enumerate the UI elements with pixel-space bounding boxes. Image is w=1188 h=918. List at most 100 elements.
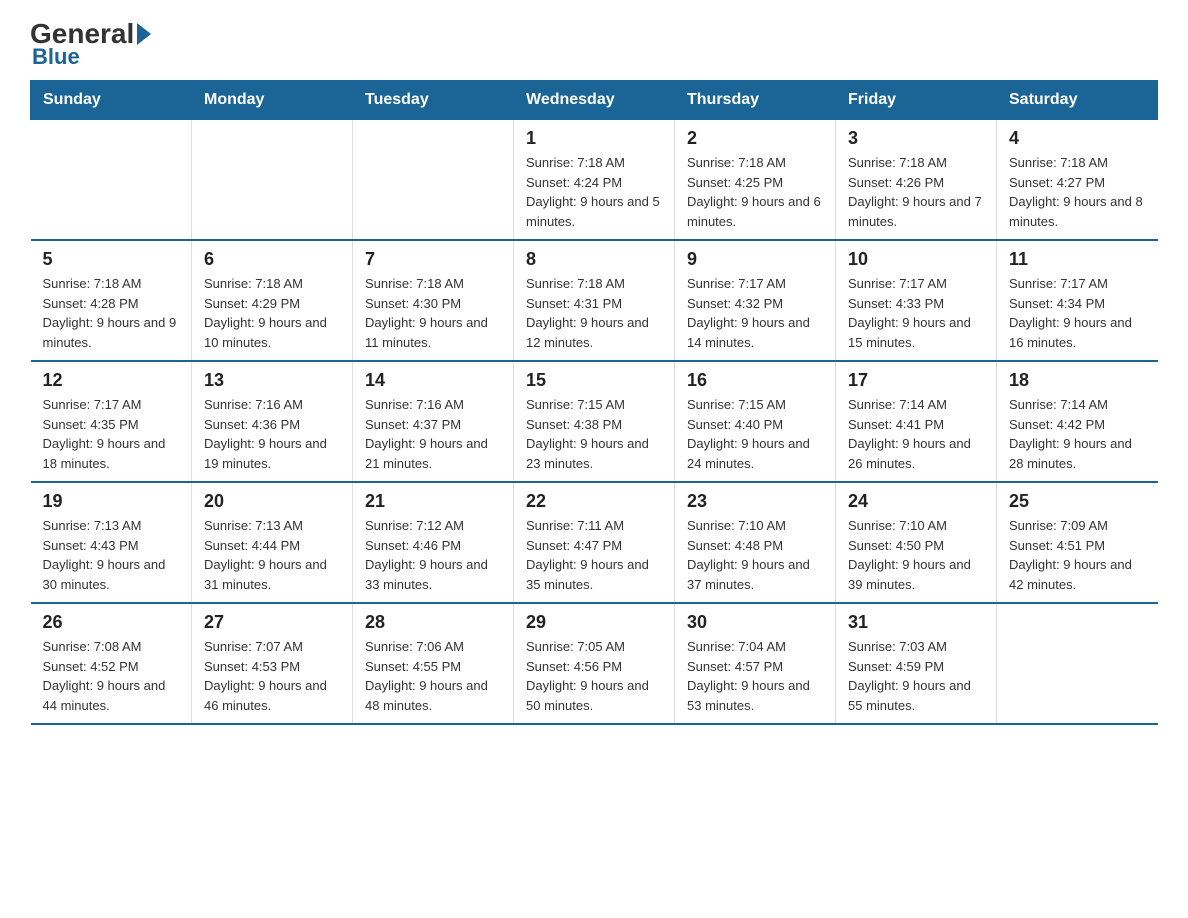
calendar-week-row: 12 Sunrise: 7:17 AMSunset: 4:35 PMDayligh…: [31, 361, 1158, 482]
day-number: 4: [1009, 128, 1146, 149]
calendar-day-1: 1 Sunrise: 7:18 AMSunset: 4:24 PMDaylight…: [514, 120, 675, 241]
calendar-day-12: 12 Sunrise: 7:17 AMSunset: 4:35 PMDayligh…: [31, 361, 192, 482]
calendar-day-13: 13 Sunrise: 7:16 AMSunset: 4:36 PMDayligh…: [192, 361, 353, 482]
day-info: Sunrise: 7:12 AMSunset: 4:46 PMDaylight:…: [365, 516, 501, 594]
day-info: Sunrise: 7:18 AMSunset: 4:28 PMDaylight:…: [43, 274, 180, 352]
day-number: 31: [848, 612, 984, 633]
calendar-day-empty: [31, 120, 192, 241]
day-number: 9: [687, 249, 823, 270]
day-number: 3: [848, 128, 984, 149]
calendar-day-17: 17 Sunrise: 7:14 AMSunset: 4:41 PMDayligh…: [836, 361, 997, 482]
day-number: 11: [1009, 249, 1146, 270]
day-info: Sunrise: 7:07 AMSunset: 4:53 PMDaylight:…: [204, 637, 340, 715]
day-number: 2: [687, 128, 823, 149]
calendar-day-28: 28 Sunrise: 7:06 AMSunset: 4:55 PMDayligh…: [353, 603, 514, 724]
calendar-day-31: 31 Sunrise: 7:03 AMSunset: 4:59 PMDayligh…: [836, 603, 997, 724]
calendar-day-5: 5 Sunrise: 7:18 AMSunset: 4:28 PMDaylight…: [31, 240, 192, 361]
day-info: Sunrise: 7:17 AMSunset: 4:33 PMDaylight:…: [848, 274, 984, 352]
calendar-table: SundayMondayTuesdayWednesdayThursdayFrid…: [30, 80, 1158, 725]
day-info: Sunrise: 7:06 AMSunset: 4:55 PMDaylight:…: [365, 637, 501, 715]
day-number: 23: [687, 491, 823, 512]
weekday-header-tuesday: Tuesday: [353, 81, 514, 120]
weekday-header-sunday: Sunday: [31, 81, 192, 120]
day-info: Sunrise: 7:11 AMSunset: 4:47 PMDaylight:…: [526, 516, 662, 594]
day-number: 29: [526, 612, 662, 633]
weekday-header-friday: Friday: [836, 81, 997, 120]
calendar-day-8: 8 Sunrise: 7:18 AMSunset: 4:31 PMDaylight…: [514, 240, 675, 361]
day-info: Sunrise: 7:18 AMSunset: 4:25 PMDaylight:…: [687, 153, 823, 231]
day-number: 14: [365, 370, 501, 391]
day-info: Sunrise: 7:14 AMSunset: 4:42 PMDaylight:…: [1009, 395, 1146, 473]
logo: General Blue: [30, 20, 154, 70]
weekday-header-monday: Monday: [192, 81, 353, 120]
calendar-day-7: 7Sunrise: 7:18 AMSunset: 4:30 PMDaylight…: [353, 240, 514, 361]
day-number: 7: [365, 249, 501, 270]
calendar-day-empty: [192, 120, 353, 241]
weekday-header-saturday: Saturday: [997, 81, 1158, 120]
calendar-day-26: 26 Sunrise: 7:08 AMSunset: 4:52 PMDayligh…: [31, 603, 192, 724]
page-header: General Blue: [30, 20, 1158, 70]
calendar-day-empty: [997, 603, 1158, 724]
day-number: 22: [526, 491, 662, 512]
day-info: Sunrise: 7:17 AMSunset: 4:32 PMDaylight:…: [687, 274, 823, 352]
day-number: 16: [687, 370, 823, 391]
day-number: 17: [848, 370, 984, 391]
day-info: Sunrise: 7:13 AMSunset: 4:43 PMDaylight:…: [43, 516, 180, 594]
calendar-day-15: 15 Sunrise: 7:15 AMSunset: 4:38 PMDayligh…: [514, 361, 675, 482]
day-info: Sunrise: 7:18 AMSunset: 4:26 PMDaylight:…: [848, 153, 984, 231]
weekday-header-row: SundayMondayTuesdayWednesdayThursdayFrid…: [31, 81, 1158, 120]
day-number: 28: [365, 612, 501, 633]
day-info: Sunrise: 7:09 AMSunset: 4:51 PMDaylight:…: [1009, 516, 1146, 594]
day-info: Sunrise: 7:08 AMSunset: 4:52 PMDaylight:…: [43, 637, 180, 715]
day-info: Sunrise: 7:15 AMSunset: 4:40 PMDaylight:…: [687, 395, 823, 473]
day-info: Sunrise: 7:13 AMSunset: 4:44 PMDaylight:…: [204, 516, 340, 594]
day-info: Sunrise: 7:17 AMSunset: 4:35 PMDaylight:…: [43, 395, 180, 473]
calendar-day-27: 27 Sunrise: 7:07 AMSunset: 4:53 PMDayligh…: [192, 603, 353, 724]
weekday-header-wednesday: Wednesday: [514, 81, 675, 120]
day-info: Sunrise: 7:15 AMSunset: 4:38 PMDaylight:…: [526, 395, 662, 473]
calendar-week-row: 1 Sunrise: 7:18 AMSunset: 4:24 PMDaylight…: [31, 120, 1158, 241]
day-number: 15: [526, 370, 662, 391]
calendar-day-21: 21Sunrise: 7:12 AMSunset: 4:46 PMDayligh…: [353, 482, 514, 603]
day-number: 25: [1009, 491, 1146, 512]
day-number: 26: [43, 612, 180, 633]
calendar-day-4: 4 Sunrise: 7:18 AMSunset: 4:27 PMDaylight…: [997, 120, 1158, 241]
day-info: Sunrise: 7:17 AMSunset: 4:34 PMDaylight:…: [1009, 274, 1146, 352]
day-info: Sunrise: 7:03 AMSunset: 4:59 PMDaylight:…: [848, 637, 984, 715]
day-info: Sunrise: 7:14 AMSunset: 4:41 PMDaylight:…: [848, 395, 984, 473]
day-number: 12: [43, 370, 180, 391]
day-info: Sunrise: 7:04 AMSunset: 4:57 PMDaylight:…: [687, 637, 823, 715]
day-number: 27: [204, 612, 340, 633]
logo-blue-text: Blue: [32, 44, 80, 69]
day-info: Sunrise: 7:18 AMSunset: 4:31 PMDaylight:…: [526, 274, 662, 352]
calendar-day-18: 18 Sunrise: 7:14 AMSunset: 4:42 PMDayligh…: [997, 361, 1158, 482]
day-info: Sunrise: 7:10 AMSunset: 4:50 PMDaylight:…: [848, 516, 984, 594]
day-info: Sunrise: 7:16 AMSunset: 4:37 PMDaylight:…: [365, 395, 501, 473]
calendar-day-25: 25 Sunrise: 7:09 AMSunset: 4:51 PMDayligh…: [997, 482, 1158, 603]
day-number: 24: [848, 491, 984, 512]
weekday-header-thursday: Thursday: [675, 81, 836, 120]
day-number: 13: [204, 370, 340, 391]
calendar-day-22: 22 Sunrise: 7:11 AMSunset: 4:47 PMDayligh…: [514, 482, 675, 603]
calendar-day-empty: [353, 120, 514, 241]
calendar-day-19: 19 Sunrise: 7:13 AMSunset: 4:43 PMDayligh…: [31, 482, 192, 603]
logo-arrow-icon: [137, 23, 151, 45]
day-info: Sunrise: 7:18 AMSunset: 4:27 PMDaylight:…: [1009, 153, 1146, 231]
day-number: 18: [1009, 370, 1146, 391]
day-info: Sunrise: 7:16 AMSunset: 4:36 PMDaylight:…: [204, 395, 340, 473]
calendar-week-row: 5 Sunrise: 7:18 AMSunset: 4:28 PMDaylight…: [31, 240, 1158, 361]
day-number: 6: [204, 249, 340, 270]
day-number: 5: [43, 249, 180, 270]
day-number: 8: [526, 249, 662, 270]
day-number: 19: [43, 491, 180, 512]
calendar-week-row: 19 Sunrise: 7:13 AMSunset: 4:43 PMDayligh…: [31, 482, 1158, 603]
calendar-day-20: 20Sunrise: 7:13 AMSunset: 4:44 PMDayligh…: [192, 482, 353, 603]
day-info: Sunrise: 7:18 AMSunset: 4:24 PMDaylight:…: [526, 153, 662, 231]
calendar-day-24: 24 Sunrise: 7:10 AMSunset: 4:50 PMDayligh…: [836, 482, 997, 603]
calendar-week-row: 26 Sunrise: 7:08 AMSunset: 4:52 PMDayligh…: [31, 603, 1158, 724]
day-number: 30: [687, 612, 823, 633]
day-number: 1: [526, 128, 662, 149]
day-info: Sunrise: 7:10 AMSunset: 4:48 PMDaylight:…: [687, 516, 823, 594]
calendar-day-30: 30 Sunrise: 7:04 AMSunset: 4:57 PMDayligh…: [675, 603, 836, 724]
calendar-day-10: 10Sunrise: 7:17 AMSunset: 4:33 PMDayligh…: [836, 240, 997, 361]
